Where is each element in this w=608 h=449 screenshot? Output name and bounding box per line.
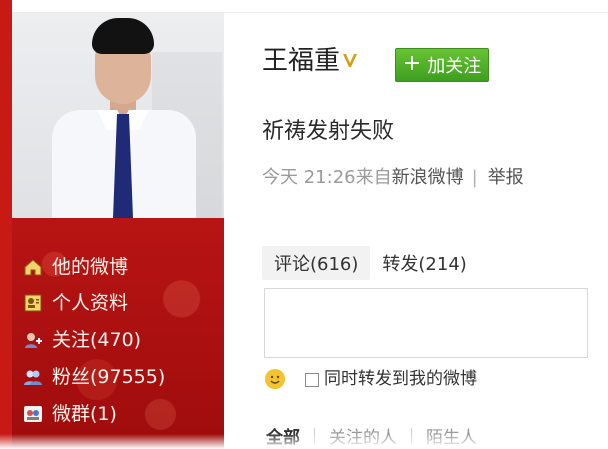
top-border <box>12 12 608 13</box>
weibo-post-page: 他的微博 个人资料 关注(470) 粉丝(97555) 微群(1) 王福重 + … <box>0 0 608 449</box>
user-name[interactable]: 王福重 <box>262 44 340 78</box>
left-red-border <box>0 0 12 449</box>
sidebar-item-profile[interactable]: 个人资料 <box>22 288 128 318</box>
sidebar-item-label: 关注(470) <box>52 329 142 351</box>
comment-input[interactable] <box>264 288 588 358</box>
sidebar-item-label: 微群(1) <box>52 403 117 425</box>
follow-button[interactable]: + 加关注 <box>395 48 489 82</box>
post-time: 今天 21:26 <box>262 167 356 188</box>
tab-comments[interactable]: 评论(616) <box>262 246 371 280</box>
post-meta: 今天 21:26 来自 新浪微博 | 举报 <box>262 166 524 190</box>
follow-button-label: 加关注 <box>427 56 482 77</box>
emoji-icon[interactable] <box>265 369 285 389</box>
post-source-prefix: 来自 <box>355 167 392 188</box>
post-text: 祈祷发射失败 <box>262 119 395 144</box>
group-icon <box>22 403 44 425</box>
verified-v-icon <box>343 54 357 67</box>
sidebar-item-fans[interactable]: 粉丝(97555) <box>22 362 165 392</box>
fans-icon <box>22 366 44 388</box>
post-tabs: 评论(616) 转发(214) <box>262 246 479 280</box>
share-checkbox-label: 同时转发到我的微博 <box>324 369 477 389</box>
meta-separator: | <box>471 167 478 188</box>
sidebar-item-label: 粉丝(97555) <box>52 366 166 388</box>
bottom-fade <box>0 434 608 449</box>
profile-photo[interactable] <box>12 12 224 218</box>
report-link[interactable]: 举报 <box>488 166 524 190</box>
profile-card-icon <box>22 292 44 314</box>
sidebar-item-following[interactable]: 关注(470) <box>22 325 141 355</box>
plus-icon: + <box>402 51 422 76</box>
sidebar-item-label: 他的微博 <box>52 256 129 278</box>
sidebar-item-label: 个人资料 <box>52 292 129 314</box>
share-checkbox[interactable] <box>305 373 319 387</box>
post-source-link[interactable]: 新浪微博 <box>392 166 464 190</box>
follow-user-icon <box>22 329 44 351</box>
tab-reposts[interactable]: 转发(214) <box>370 246 478 280</box>
sidebar-item-groups[interactable]: 微群(1) <box>22 399 117 429</box>
sidebar-item-his-weibo[interactable]: 他的微博 <box>22 252 128 282</box>
home-icon <box>22 256 44 278</box>
